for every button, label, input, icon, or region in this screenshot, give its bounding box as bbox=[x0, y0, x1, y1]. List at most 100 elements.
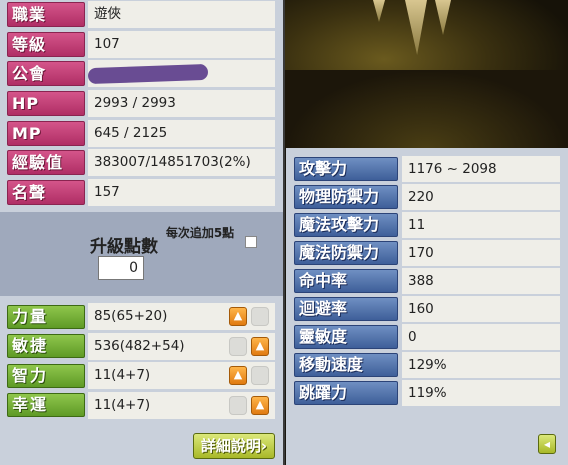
int-label: 智力 bbox=[7, 363, 85, 388]
redaction-mark bbox=[87, 64, 209, 85]
info-row-level: 等級 107 bbox=[3, 30, 279, 60]
chevron-right-icon: › bbox=[260, 437, 268, 455]
info-row-exp: 經驗值 383007/14851703(2%) bbox=[3, 148, 279, 178]
guild-label: 公會 bbox=[7, 61, 85, 87]
accuracy-value: 388 bbox=[402, 268, 560, 294]
speed-label: 移動速度 bbox=[294, 353, 398, 377]
jump-label: 跳躍力 bbox=[294, 381, 398, 405]
agility-label: 靈敏度 bbox=[294, 325, 398, 349]
str-blank-slot bbox=[251, 307, 269, 327]
arrow-left-icon: ◂ bbox=[543, 437, 551, 451]
detail-button[interactable]: 詳細說明› bbox=[193, 433, 275, 459]
back-button[interactable]: ◂ bbox=[538, 434, 556, 454]
int-blank-slot bbox=[251, 366, 269, 386]
luk-increase-button[interactable]: ▲ bbox=[251, 395, 269, 415]
hp-value: 2993 / 2993 bbox=[88, 90, 275, 118]
int-value: 11(4+7) bbox=[94, 367, 151, 384]
detail-row-magic-def: 魔法防禦力 170 bbox=[294, 239, 560, 267]
luk-value-box: 11(4+7) ▲ bbox=[88, 391, 275, 419]
exp-label: 經驗值 bbox=[7, 150, 85, 176]
dex-value: 536(482+54) bbox=[94, 337, 185, 354]
detail-row-magic-atk: 魔法攻擊力 11 bbox=[294, 211, 560, 239]
agility-value: 0 bbox=[402, 324, 560, 350]
detail-row-accuracy: 命中率 388 bbox=[294, 267, 560, 295]
luk-blank-slot bbox=[229, 395, 247, 415]
avoid-label: 迴避率 bbox=[294, 297, 398, 321]
character-stat-panel: 職業 遊俠 等級 107 公會 HP 2993 / 2993 MP 645 / … bbox=[0, 0, 283, 465]
accuracy-label: 命中率 bbox=[294, 269, 398, 293]
base-stats: 力量 85(65+20) ▲ 敏捷 536(482+54) ▲ 智力 11(4+… bbox=[3, 302, 279, 420]
job-label: 職業 bbox=[7, 2, 85, 28]
hp-label: HP bbox=[7, 91, 85, 117]
detail-row-avoid: 迴避率 160 bbox=[294, 295, 560, 323]
jump-value: 119% bbox=[402, 380, 560, 406]
luk-buttons: ▲ bbox=[229, 395, 269, 415]
attack-value: 1176 ~ 2098 bbox=[402, 156, 560, 182]
fame-label: 名聲 bbox=[7, 179, 85, 205]
attack-label: 攻擊力 bbox=[294, 157, 398, 181]
str-increase-button[interactable]: ▲ bbox=[229, 307, 247, 327]
auto-assign-checkbox[interactable] bbox=[245, 236, 257, 248]
detail-row-phys-def: 物理防禦力 220 bbox=[294, 183, 560, 211]
arrow-up-icon: ▲ bbox=[233, 368, 243, 382]
mp-label: MP bbox=[7, 120, 85, 146]
info-row-job: 職業 遊俠 bbox=[3, 0, 279, 30]
phys-def-value: 220 bbox=[402, 184, 560, 210]
stalactite bbox=[435, 0, 451, 35]
level-label: 等級 bbox=[7, 31, 85, 57]
str-value: 85(65+20) bbox=[94, 308, 168, 325]
info-row-guild: 公會 bbox=[3, 59, 279, 89]
ability-points-value: 0 bbox=[98, 256, 144, 280]
level-value: 107 bbox=[88, 30, 275, 58]
auto-assign-label: 每次追加5點 bbox=[165, 226, 235, 240]
str-buttons: ▲ bbox=[229, 307, 269, 327]
cave-shadow bbox=[285, 70, 568, 148]
speed-value: 129% bbox=[402, 352, 560, 378]
str-label: 力量 bbox=[7, 304, 85, 329]
exp-value: 383007/14851703(2%) bbox=[88, 149, 275, 177]
info-row-mp: MP 645 / 2125 bbox=[3, 118, 279, 148]
detail-stats: 攻擊力 1176 ~ 2098 物理防禦力 220 魔法攻擊力 11 魔法防禦力… bbox=[294, 155, 560, 407]
info-row-hp: HP 2993 / 2993 bbox=[3, 89, 279, 119]
magic-atk-value: 11 bbox=[402, 212, 560, 238]
detail-button-label: 詳細說明 bbox=[200, 437, 261, 455]
dex-increase-button[interactable]: ▲ bbox=[251, 336, 269, 356]
stat-row-luk: 幸運 11(4+7) ▲ bbox=[3, 391, 279, 421]
stat-row-int: 智力 11(4+7) ▲ bbox=[3, 361, 279, 391]
int-increase-button[interactable]: ▲ bbox=[229, 366, 247, 386]
magic-def-label: 魔法防禦力 bbox=[294, 241, 398, 265]
stat-row-str: 力量 85(65+20) ▲ bbox=[3, 302, 279, 332]
stat-row-dex: 敏捷 536(482+54) ▲ bbox=[3, 332, 279, 362]
dex-buttons: ▲ bbox=[229, 336, 269, 356]
stalactite bbox=[405, 0, 427, 55]
phys-def-label: 物理防禦力 bbox=[294, 185, 398, 209]
int-buttons: ▲ bbox=[229, 366, 269, 386]
mp-value: 645 / 2125 bbox=[88, 119, 275, 147]
str-value-box: 85(65+20) ▲ bbox=[88, 303, 275, 331]
int-value-box: 11(4+7) ▲ bbox=[88, 362, 275, 390]
magic-def-value: 170 bbox=[402, 240, 560, 266]
character-info: 職業 遊俠 等級 107 公會 HP 2993 / 2993 MP 645 / … bbox=[3, 0, 279, 207]
arrow-up-icon: ▲ bbox=[255, 397, 265, 411]
magic-atk-label: 魔法攻擊力 bbox=[294, 213, 398, 237]
ability-points-section: 升級點數 0 每次追加5點 bbox=[0, 212, 283, 296]
detail-row-speed: 移動速度 129% bbox=[294, 351, 560, 379]
detail-stat-panel: 攻擊力 1176 ~ 2098 物理防禦力 220 魔法攻擊力 11 魔法防禦力… bbox=[286, 148, 568, 465]
dex-blank-slot bbox=[229, 336, 247, 356]
arrow-up-icon: ▲ bbox=[255, 338, 265, 352]
stalactite bbox=[373, 0, 385, 22]
info-row-fame: 名聲 157 bbox=[3, 178, 279, 208]
dex-label: 敏捷 bbox=[7, 334, 85, 359]
avoid-value: 160 bbox=[402, 296, 560, 322]
game-scene bbox=[285, 0, 568, 148]
detail-row-agility: 靈敏度 0 bbox=[294, 323, 560, 351]
ability-points-label: 升級點數 bbox=[90, 237, 158, 257]
guild-value bbox=[87, 60, 275, 88]
detail-row-jump: 跳躍力 119% bbox=[294, 379, 560, 407]
detail-row-attack: 攻擊力 1176 ~ 2098 bbox=[294, 155, 560, 183]
dex-value-box: 536(482+54) ▲ bbox=[88, 332, 275, 360]
arrow-up-icon: ▲ bbox=[233, 309, 243, 323]
job-value: 遊俠 bbox=[88, 1, 275, 29]
fame-value: 157 bbox=[88, 178, 275, 206]
luk-value: 11(4+7) bbox=[94, 396, 151, 413]
